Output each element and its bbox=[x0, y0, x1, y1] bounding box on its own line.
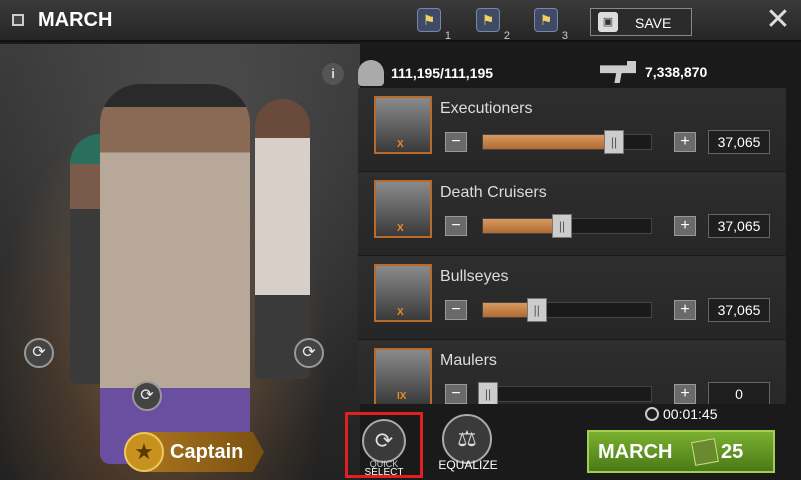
save-button[interactable]: ▣ SAVE bbox=[590, 8, 692, 36]
tier-badge: X bbox=[397, 223, 404, 234]
clock-icon bbox=[645, 407, 659, 421]
quantity-input[interactable]: 0 bbox=[708, 382, 770, 404]
equalize-label: EQUALIZE bbox=[438, 458, 498, 472]
decrease-button[interactable]: − bbox=[445, 384, 467, 404]
captain-label: Captain bbox=[170, 441, 244, 463]
troop-list[interactable]: X Executioners − || + 37,065 X Death Cru… bbox=[358, 88, 786, 404]
stamina-cost: 25 bbox=[721, 441, 744, 463]
decrease-button[interactable]: − bbox=[445, 300, 467, 320]
troop-row: X Executioners − || + 37,065 bbox=[358, 88, 786, 172]
rotate-center-icon[interactable]: ⟳ bbox=[132, 381, 162, 411]
march-timer: 00:01:45 bbox=[645, 406, 718, 422]
troop-row: IX Maulers − || + 0 bbox=[358, 340, 786, 404]
flag-icon: ⚑ bbox=[534, 8, 558, 32]
troop-icon bbox=[358, 60, 384, 86]
slider-fill bbox=[483, 219, 562, 233]
preset-number: 3 bbox=[561, 30, 568, 42]
troop-portrait: X bbox=[374, 180, 432, 238]
save-label: SAVE bbox=[635, 15, 672, 31]
preset-number: 2 bbox=[503, 30, 510, 42]
troop-name: Death Cruisers bbox=[440, 184, 547, 201]
troop-row: X Bullseyes − || + 37,065 bbox=[358, 256, 786, 340]
slider-thumb[interactable]: || bbox=[478, 382, 499, 404]
quantity-slider[interactable]: || bbox=[482, 130, 652, 154]
quantity-slider[interactable]: || bbox=[482, 298, 652, 322]
troop-name: Maulers bbox=[440, 352, 497, 369]
rotate-left-icon[interactable]: ⟳ bbox=[24, 338, 54, 368]
troop-count: 111,195/111,195 bbox=[391, 65, 494, 81]
save-icon: ▣ bbox=[598, 12, 618, 32]
quantity-input[interactable]: 37,065 bbox=[708, 214, 770, 238]
tier-badge: IX bbox=[397, 391, 407, 402]
hero-figure-center bbox=[100, 84, 250, 464]
quick-select-button[interactable]: ⟳ QUICK SELECT bbox=[345, 412, 423, 478]
tier-badge: X bbox=[397, 307, 404, 318]
quantity-input[interactable]: 37,065 bbox=[708, 130, 770, 154]
scales-icon: ⚖ bbox=[442, 414, 492, 464]
preset-3-button[interactable]: ⚑ 3 bbox=[532, 8, 568, 42]
quick-select-label-2: SELECT bbox=[364, 467, 404, 478]
tier-badge: X bbox=[397, 139, 404, 150]
troop-portrait: X bbox=[374, 264, 432, 322]
preset-1-button[interactable]: ⚑ 1 bbox=[415, 8, 451, 42]
rotate-right-icon[interactable]: ⟳ bbox=[294, 338, 324, 368]
troop-row: X Death Cruisers − || + 37,065 bbox=[358, 172, 786, 256]
decrease-button[interactable]: − bbox=[445, 132, 467, 152]
close-icon[interactable]: ✕ bbox=[764, 5, 792, 35]
march-button[interactable]: MARCH 25 bbox=[587, 430, 775, 473]
preset-number: 1 bbox=[444, 30, 451, 42]
power-value: 7,338,870 bbox=[645, 64, 708, 80]
hero-figure-right bbox=[255, 99, 310, 379]
flag-icon: ⚑ bbox=[476, 8, 500, 32]
troop-portrait: X bbox=[374, 96, 432, 154]
stamina-icon bbox=[691, 438, 719, 466]
quick-select-icon: ⟳ bbox=[362, 419, 406, 463]
slider-thumb[interactable]: || bbox=[604, 130, 625, 154]
window-icon bbox=[12, 14, 24, 26]
equalize-button[interactable]: ⚖ EQUALIZE bbox=[430, 412, 506, 478]
increase-button[interactable]: + bbox=[674, 216, 696, 236]
page-title: MARCH bbox=[38, 9, 113, 31]
star-icon: ★ bbox=[124, 432, 164, 472]
hero-scene: ⟳ ⟳ ⟳ bbox=[0, 44, 360, 480]
info-icon[interactable]: i bbox=[322, 63, 344, 85]
troop-name: Bullseyes bbox=[440, 268, 509, 285]
troop-name: Executioners bbox=[440, 100, 533, 117]
decrease-button[interactable]: − bbox=[445, 216, 467, 236]
increase-button[interactable]: + bbox=[674, 300, 696, 320]
top-bar: MARCH ⚑ 1 ⚑ 2 ⚑ 3 ▣ SAVE ✕ bbox=[0, 0, 801, 42]
slider-fill bbox=[483, 135, 615, 149]
slider-thumb[interactable]: || bbox=[526, 298, 547, 322]
captain-button[interactable]: ★ Captain bbox=[124, 432, 264, 472]
quantity-slider[interactable]: || bbox=[482, 214, 652, 238]
timer-value: 00:01:45 bbox=[663, 406, 718, 422]
quantity-slider[interactable]: || bbox=[478, 382, 652, 404]
troop-portrait: IX bbox=[374, 348, 432, 404]
slider-thumb[interactable]: || bbox=[551, 214, 572, 238]
march-label: MARCH bbox=[598, 441, 673, 463]
preset-2-button[interactable]: ⚑ 2 bbox=[474, 8, 510, 42]
flag-icon: ⚑ bbox=[417, 8, 441, 32]
quantity-input[interactable]: 37,065 bbox=[708, 298, 770, 322]
gun-icon bbox=[600, 61, 636, 83]
increase-button[interactable]: + bbox=[674, 132, 696, 152]
increase-button[interactable]: + bbox=[674, 384, 696, 404]
